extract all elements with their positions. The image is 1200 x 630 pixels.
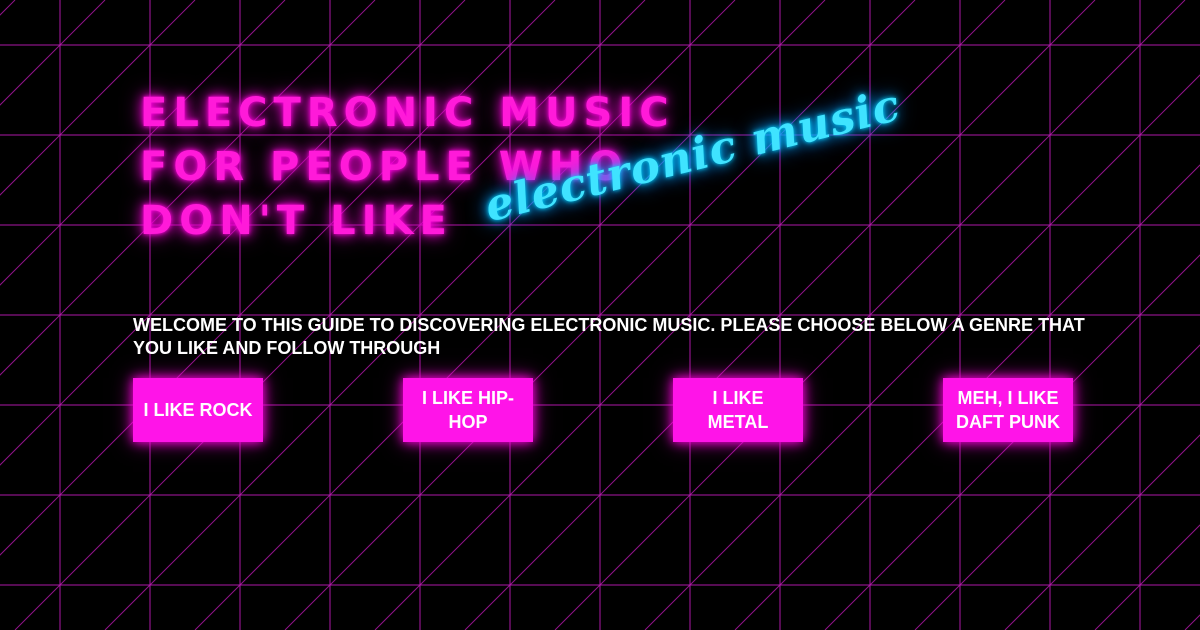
intro-text: WELCOME TO THIS GUIDE TO DISCOVERING ELE…: [133, 315, 1085, 358]
i-like-metal-button[interactable]: I LIKE METAL: [673, 378, 803, 442]
title-line-1: ELECTRONIC MUSIC: [140, 90, 675, 136]
i-like-rock-button[interactable]: I LIKE ROCK: [133, 378, 263, 442]
daft-punk-button[interactable]: MEH, I LIKE DAFT PUNK: [943, 378, 1073, 442]
page: ELECTRONIC MUSIC FOR PEOPLE WHO DON'T LI…: [0, 0, 1200, 630]
i-like-hip-hop-button[interactable]: I LIKE HIP-HOP: [403, 378, 533, 442]
